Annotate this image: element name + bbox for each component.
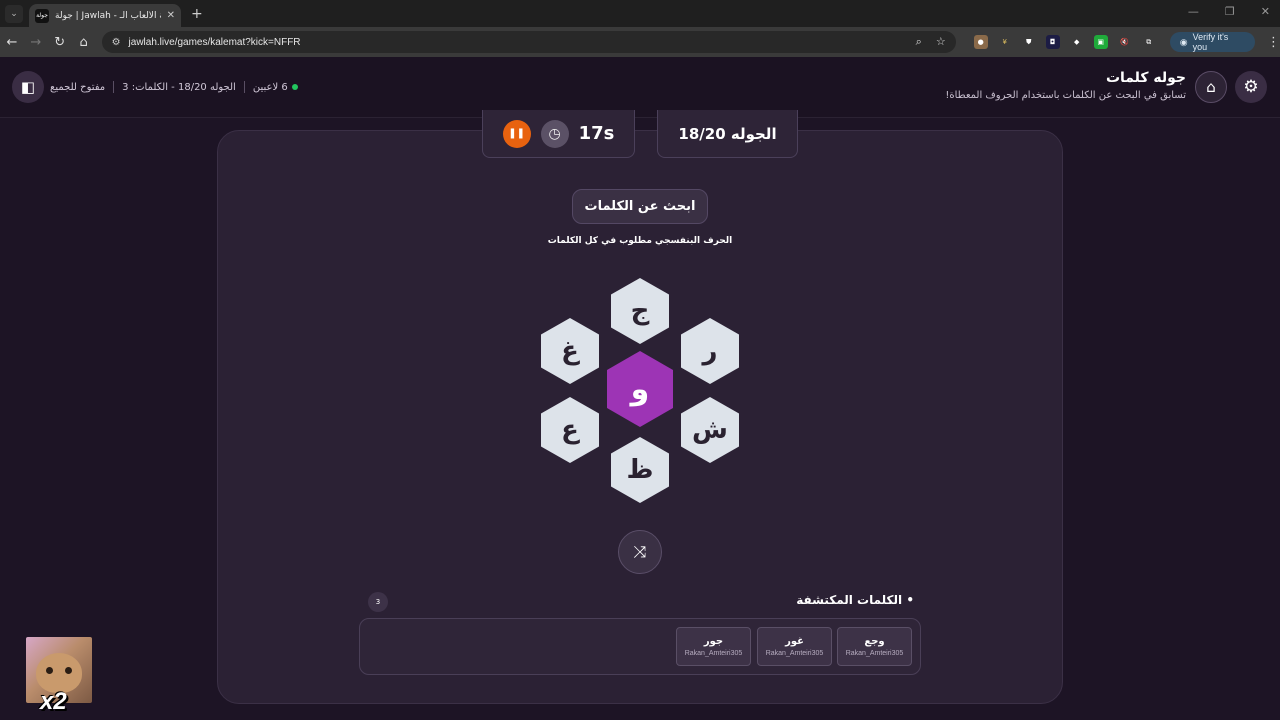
tab-close-icon[interactable]: ✕ <box>167 10 175 21</box>
bookmark-star-icon[interactable]: ☆ <box>936 35 946 49</box>
chat-logo-icon[interactable]: ◧ <box>12 71 44 103</box>
found-word-player: Rakan_Amteiri305 <box>845 650 904 657</box>
found-count-badge: 3 <box>368 592 388 612</box>
found-word: وجع <box>864 636 885 647</box>
online-dot-icon <box>291 84 298 90</box>
open-status: مفتوح للجميع <box>50 81 106 93</box>
forward-icon[interactable]: → <box>24 35 48 50</box>
puzzle-icon[interactable]: ⧉ <box>1141 35 1156 49</box>
found-word-chip: جور Rakan_Amteiri305 <box>676 627 751 666</box>
app-header: ⚙ ⌂ جوله كلمات تسابق في البحث عن الكلمات… <box>0 57 1280 118</box>
mute-icon[interactable]: 🔇 <box>1117 35 1132 49</box>
multiplier-label: x2 <box>40 688 67 715</box>
minimize-icon[interactable]: — <box>1188 5 1199 18</box>
site-info-icon[interactable]: ⚙ <box>112 37 121 48</box>
shield-icon[interactable]: ⛊ <box>1021 35 1036 49</box>
browser-tab[interactable]: جولة جولة | Jawlah - منصة الألعاب الـ ✕ <box>29 4 181 27</box>
timer-card: ❚❚ ◷ 17s <box>482 110 635 158</box>
found-word: جور <box>703 636 724 647</box>
cat-eye <box>46 667 53 674</box>
found-word-chip: غور Rakan_Amteiri305 <box>757 627 832 666</box>
found-word-player: Rakan_Amteiri305 <box>684 650 743 657</box>
tab-favicon: جولة <box>35 8 49 23</box>
extension-icon[interactable]: ◘ <box>1045 35 1060 49</box>
extension-icon[interactable]: ● <box>973 35 988 49</box>
divider <box>113 81 115 93</box>
cat-eye <box>65 667 72 674</box>
address-bar: ← → ↻ ⌂ ⚙ jawlah.live/games/kalemat?kick… <box>0 27 1280 57</box>
found-words-title: • الكلمات المكتشفة <box>796 593 914 607</box>
page-title: جوله كلمات <box>1105 70 1186 86</box>
zoom-icon[interactable]: ⌕ <box>916 35 922 49</box>
home-icon[interactable]: ⌂ <box>1195 71 1227 103</box>
cat-face <box>36 653 82 693</box>
pause-icon[interactable]: ❚❚ <box>502 119 531 148</box>
shuffle-icon[interactable]: ⤨ <box>618 530 662 574</box>
round-info: الجوله 18/20 - الكلمات: 3 <box>122 81 236 93</box>
new-tab-icon[interactable]: + <box>191 6 203 22</box>
extension-icon[interactable]: ◆ <box>1069 35 1084 49</box>
clock-icon[interactable]: ◷ <box>540 119 569 148</box>
room-status: 6 لاعبين الجوله 18/20 - الكلمات: 3 مفتوح… <box>50 81 298 93</box>
tab-search-icon[interactable]: ⌄ <box>5 4 23 23</box>
extension-icon[interactable]: ¥ <box>997 35 1012 49</box>
profile-icon: ◉ <box>1179 36 1188 47</box>
divider <box>243 81 245 93</box>
url-text[interactable]: jawlah.live/games/kalemat?kick=NFFR <box>129 37 908 48</box>
players-status: 6 لاعبين <box>253 82 298 93</box>
extensions-area: ● ¥ ⛊ ◘ ◆ ▣ 🔇 ⧉ <box>973 35 1156 49</box>
verify-label: Verify it's you <box>1192 32 1229 52</box>
page-subtitle: تسابق في البحث عن الكلمات باستخدام الحرو… <box>945 90 1186 101</box>
omnibox[interactable]: ⚙ jawlah.live/games/kalemat?kick=NFFR ⌕ … <box>101 31 956 53</box>
round-card: الجوله 18/20 <box>657 110 798 158</box>
extension-icon[interactable]: ▣ <box>1093 35 1108 49</box>
found-word: غور <box>785 636 804 647</box>
settings-gear-icon[interactable]: ⚙ <box>1235 71 1267 103</box>
found-words-list: وجع Rakan_Amteiri305 غور Rakan_Amteiri30… <box>359 618 921 675</box>
verify-button[interactable]: ◉ Verify it's you <box>1169 32 1256 52</box>
found-word-player: Rakan_Amteiri305 <box>765 650 824 657</box>
reload-icon[interactable]: ↻ <box>48 35 72 50</box>
back-icon[interactable]: ← <box>0 35 24 50</box>
timer-text: 17s <box>578 123 615 144</box>
hint-text: الحرف البنفسجي مطلوب في كل الكلمات <box>547 236 733 246</box>
browser-menu-icon[interactable]: ⋮ <box>1267 35 1280 50</box>
maximize-icon[interactable]: ❐ <box>1225 5 1235 18</box>
window-controls: — ❐ ✕ <box>1188 5 1270 18</box>
players-count: 6 لاعبين <box>252 81 288 93</box>
search-words-button[interactable]: ابحث عن الكلمات <box>572 189 708 224</box>
found-word-chip: وجع Rakan_Amteiri305 <box>837 627 912 666</box>
browser-tab-bar: ⌄ جولة جولة | Jawlah - منصة الألعاب الـ … <box>0 0 1280 27</box>
close-window-icon[interactable]: ✕ <box>1261 5 1270 18</box>
tab-title: جولة | Jawlah - منصة الألعاب الـ <box>55 10 161 21</box>
home-browser-icon[interactable]: ⌂ <box>72 35 96 50</box>
